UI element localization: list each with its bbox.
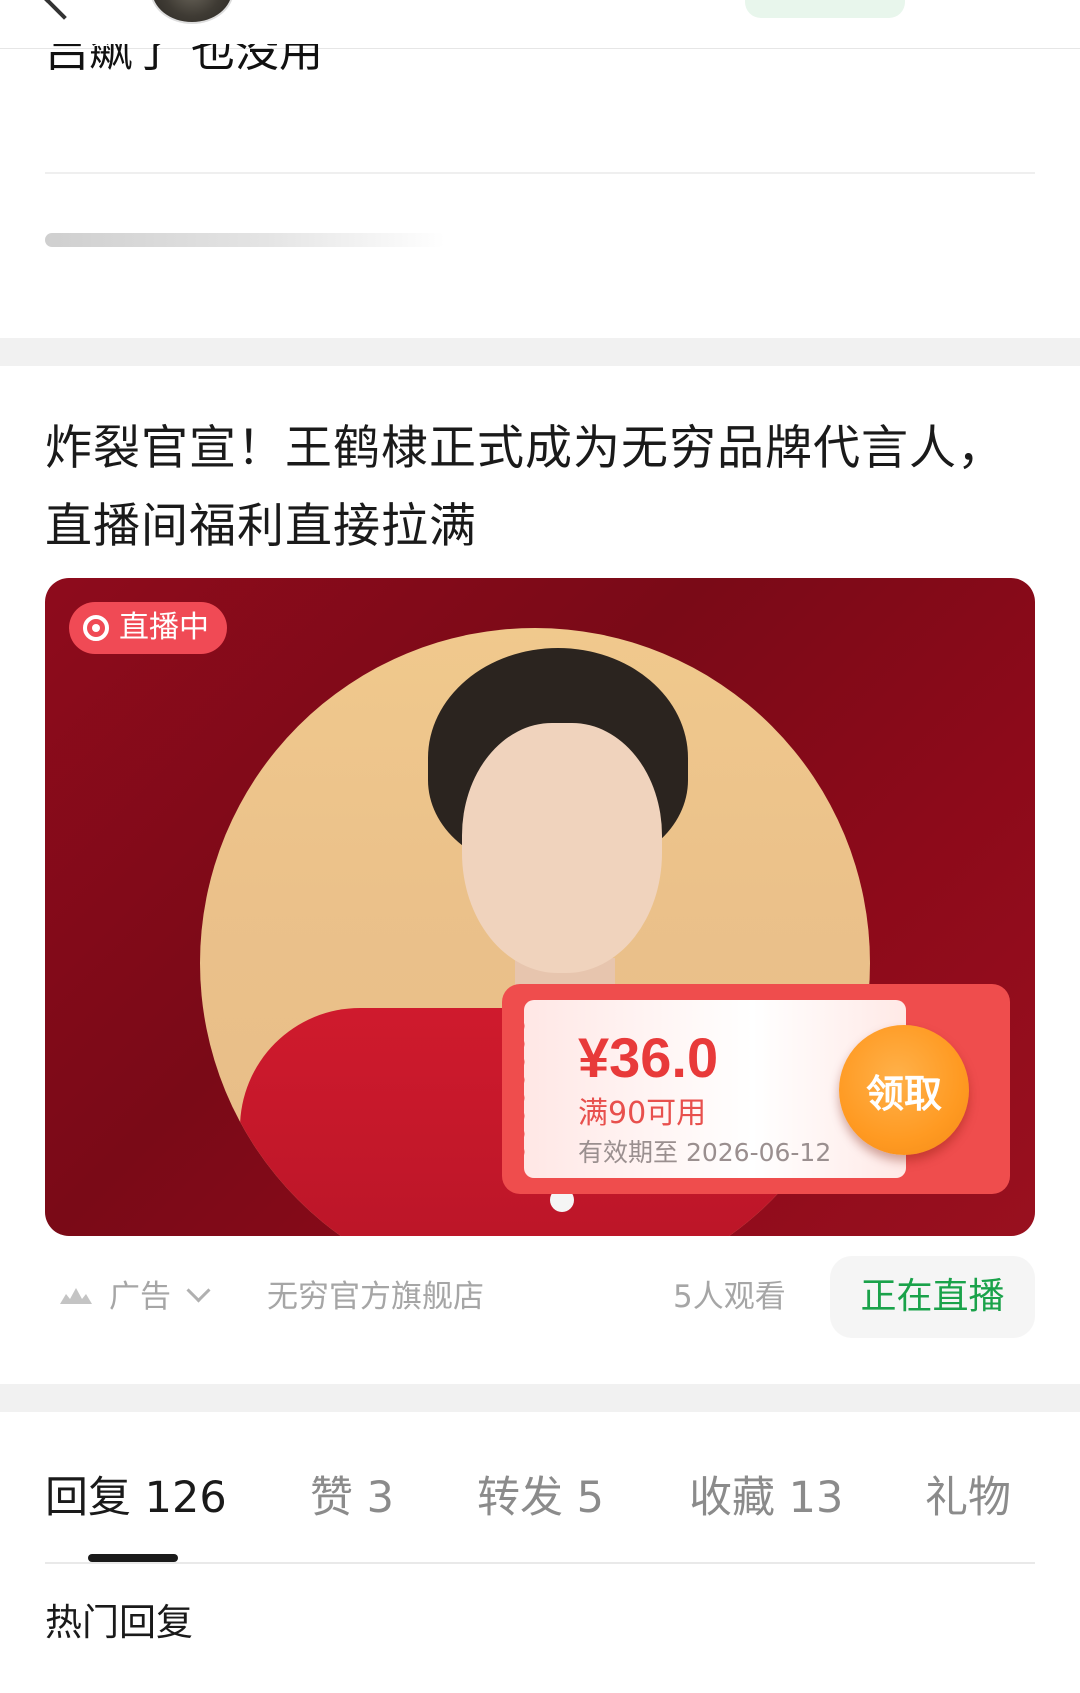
tab-likes[interactable]: 赞 3: [310, 1458, 394, 1538]
coupon-condition: 满90可用: [578, 1096, 707, 1131]
coupon-amount: ¥36.0: [578, 1026, 719, 1089]
ad-meta-row: 广告 无穷官方旗舰店 5人观看 正在直播: [45, 1256, 1035, 1340]
tab-label: 转发: [477, 1473, 563, 1523]
viewer-count: 5人观看: [673, 1279, 786, 1315]
live-dot-icon: [83, 615, 109, 641]
section-separator: [0, 338, 1080, 366]
ad-label[interactable]: 广告: [109, 1272, 171, 1322]
tab-label: 收藏: [689, 1473, 775, 1523]
tab-label: 赞: [310, 1473, 353, 1523]
previous-post-text: 吕飙了 也没用: [45, 44, 323, 77]
previous-post-snippet: 吕飙了 也没用: [45, 44, 1035, 84]
coupon-card[interactable]: ¥36.0 满90可用 有效期至 2026-06-12 领取: [502, 984, 1010, 1194]
post-title[interactable]: 炸裂官宣！王鹤棣正式成为无穷品牌代言人，直播间福利直接拉满: [45, 410, 1045, 566]
tab-replies[interactable]: 回复 126: [45, 1458, 227, 1538]
chevron-down-icon[interactable]: [186, 1278, 211, 1303]
tab-reposts[interactable]: 转发 5: [477, 1458, 604, 1538]
tab-count: 126: [144, 1473, 227, 1523]
tab-count: 13: [788, 1473, 844, 1523]
person-face: [462, 723, 662, 973]
section-separator: [0, 1384, 1080, 1412]
tab-label: 回复: [45, 1473, 131, 1523]
interaction-tabs: 回复 126 赞 3 转发 5 收藏 13 礼物: [45, 1458, 1035, 1562]
shop-name[interactable]: 无穷官方旗舰店: [267, 1272, 484, 1322]
claim-coupon-button[interactable]: 领取: [839, 1025, 969, 1155]
coupon-notch-edge: [518, 1018, 530, 1160]
live-badge-label: 直播中: [119, 610, 209, 645]
tab-favorites[interactable]: 收藏 13: [689, 1458, 843, 1538]
back-arrow-icon[interactable]: [44, 0, 84, 20]
top-bar: [0, 0, 1080, 49]
tab-gifts[interactable]: 礼物: [925, 1458, 1011, 1538]
live-now-button[interactable]: 正在直播: [830, 1256, 1035, 1338]
follow-button[interactable]: [745, 0, 905, 18]
divider: [45, 1562, 1035, 1564]
live-ad-banner[interactable]: 直播中 ¥36.0 满90可用 有效期至 2026-06-12 领取: [45, 578, 1035, 1236]
tab-count: 3: [366, 1473, 395, 1523]
active-tab-indicator: [88, 1554, 178, 1562]
live-badge: 直播中: [69, 602, 227, 654]
ad-logo-icon: [60, 1288, 92, 1304]
divider: [45, 172, 1035, 174]
tab-label: 礼物: [925, 1473, 1011, 1523]
author-name[interactable]: [255, 0, 365, 8]
loading-placeholder-bar: [45, 233, 445, 247]
hot-replies-heading: 热门回复: [45, 1601, 193, 1644]
tab-count: 5: [576, 1473, 605, 1523]
author-avatar[interactable]: [150, 0, 234, 24]
coupon-expiry: 有效期至 2026-06-12: [578, 1138, 832, 1167]
